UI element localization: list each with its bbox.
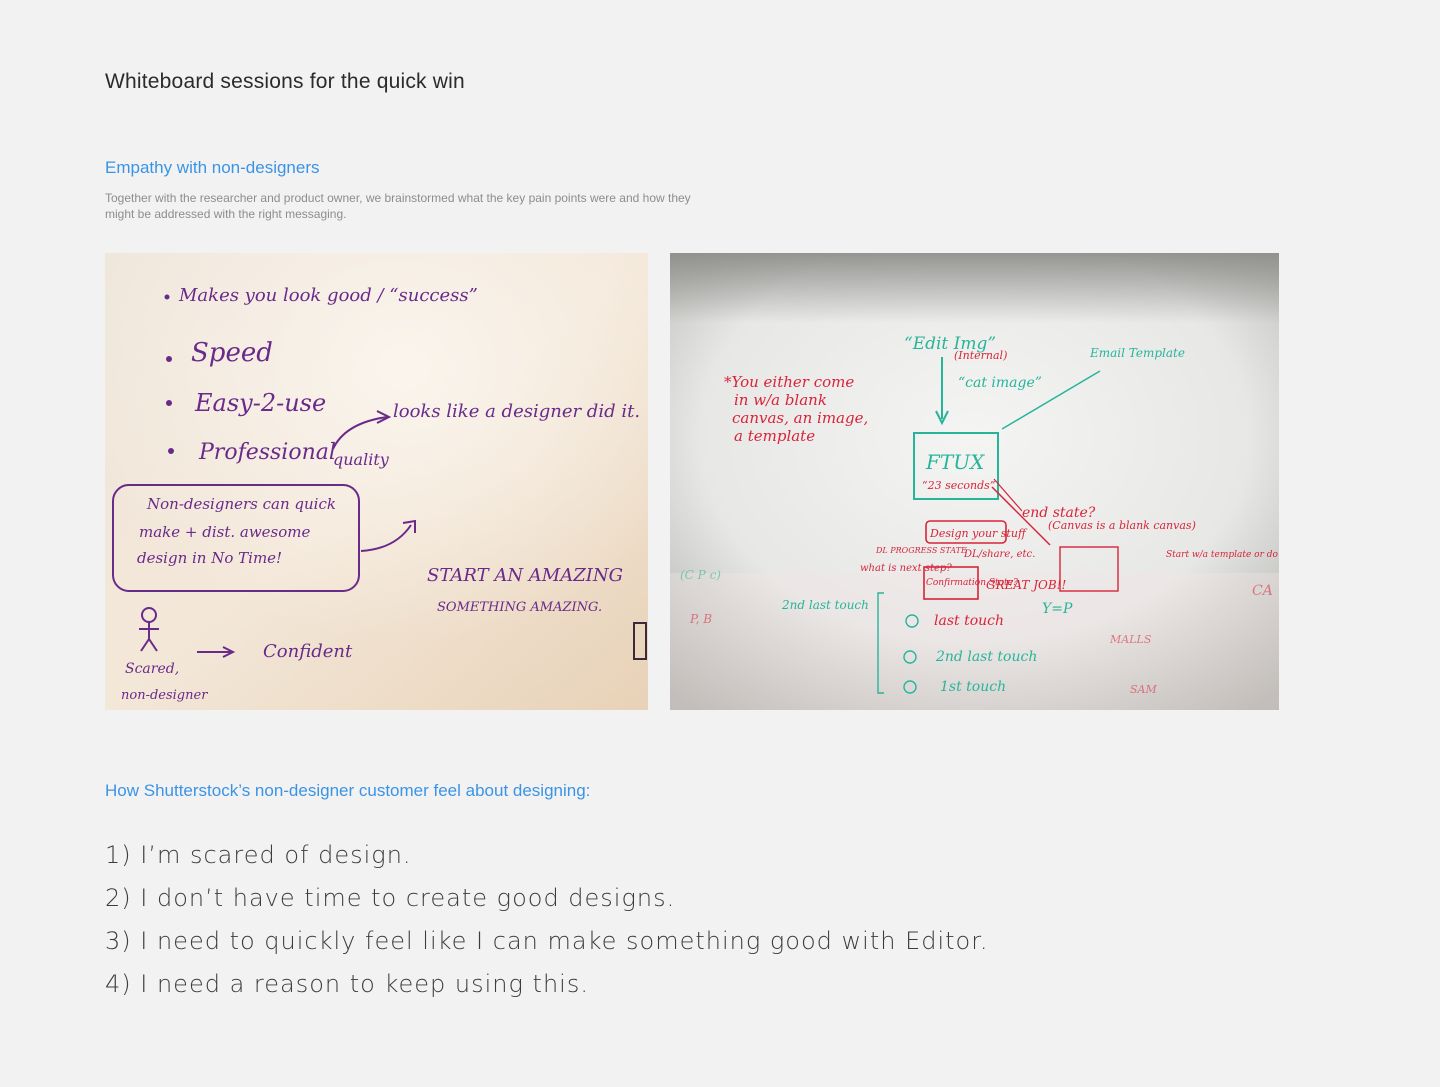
wb2-email-template: Email Template [1089, 346, 1185, 360]
wb1-scared: Scared, [125, 661, 179, 677]
wb2-dl-progress: DL PROGRESS STATE [875, 546, 967, 555]
wb2-seconds: “23 seconds” [922, 479, 995, 492]
wb1-box-line-1: Non-designers can quick [146, 495, 336, 513]
feel-item: 4) I need a reason to keep using this. [105, 970, 589, 998]
whiteboard-photo-purple: Makes you look good / “success” Speed Ea… [105, 253, 648, 710]
section-description: Together with the researcher and product… [105, 191, 691, 221]
wb2-start-template: Start w/a template or do image search [1166, 550, 1279, 560]
wb2-what-next: what is next step? [860, 563, 952, 574]
svg-text:P, B: P, B [689, 612, 712, 626]
wb1-line-easy: Easy-2-use [194, 389, 326, 417]
wb2-2nd-last: 2nd last touch [935, 649, 1037, 665]
svg-text:MALLS: MALLS [1109, 633, 1152, 646]
wb1-line-speed: Speed [191, 338, 273, 368]
wb2-you-3: canvas, an image, [732, 409, 868, 427]
wb2-y-p: Y=P [1042, 601, 1073, 617]
page-title: Whiteboard sessions for the quick win [105, 70, 465, 93]
wb2-you-4: a template [734, 427, 815, 445]
wb1-line-quality: quality [333, 450, 390, 469]
wb2-1st-touch: 1st touch [940, 679, 1006, 695]
wb1-box-line-2: make + dist. awesome [139, 523, 311, 541]
wb1-line-professional: Professional [198, 440, 336, 465]
feel-item: 2) I don’t have time to create good desi… [105, 884, 676, 912]
feel-heading: How Shutterstock’s non-designer customer… [105, 781, 591, 800]
feel-list: 1) I’m scared of design. 2) I don’t have… [105, 834, 989, 1006]
feel-item: 1) I’m scared of design. [105, 841, 412, 869]
wb2-last-touch: last touch [934, 613, 1004, 629]
wb2-canvas-blank: (Canvas is a blank canvas) [1048, 519, 1196, 532]
wb1-line-designer: looks like a designer did it. [393, 401, 640, 422]
wb2-you-1: *You either come [724, 373, 854, 391]
wb2-ftux: FTUX [925, 450, 985, 474]
wb1-line-success: Makes you look good / “success” [178, 285, 478, 306]
whiteboard-photo-flow: *You either come in w/a blank canvas, an… [670, 253, 1279, 710]
wb1-confident: Confident [263, 641, 353, 662]
wb1-non-designer: non-designer [121, 688, 208, 703]
wb1-box-line-3: design in No Time! [137, 549, 282, 567]
feel-item: 3) I need to quickly feel like I can mak… [105, 927, 989, 955]
svg-text:SAM: SAM [1130, 683, 1157, 696]
wb2-design-stuff: Design your stuff [929, 527, 1028, 540]
wb1-start-amazing: START AN AMAZING [427, 565, 623, 586]
section-heading: Empathy with non-designers [105, 158, 320, 177]
wb2-dl-share: DL/share, etc. [963, 549, 1035, 560]
svg-text:(C P c): (C P c) [680, 568, 721, 582]
wb2-you-2: in w/a blank [734, 391, 827, 409]
wb2-internal: (Internal) [954, 349, 1007, 362]
wb1-something-amazing: SOMETHING AMAZING. [437, 600, 602, 615]
wb2-cat-image: “cat image” [958, 375, 1042, 391]
wb2-great-job: GREAT JOB!! [986, 578, 1066, 592]
svg-text:CA: CA [1252, 583, 1273, 599]
wb2-2nd-last-left: 2nd last touch [781, 598, 869, 612]
